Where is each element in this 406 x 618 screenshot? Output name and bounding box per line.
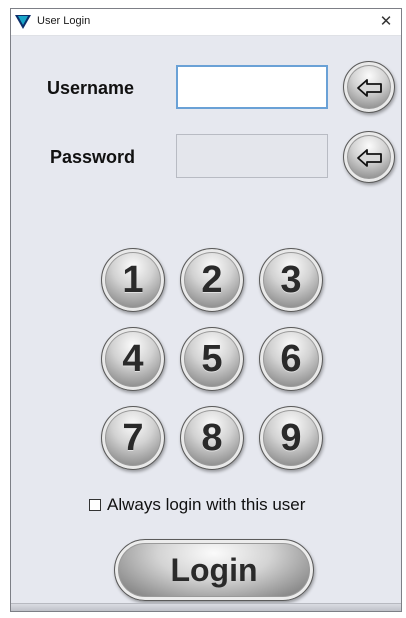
key-label: 9 (280, 416, 302, 459)
key-label: 3 (280, 258, 302, 301)
username-backspace-button[interactable] (343, 61, 395, 113)
keypad-key-3[interactable]: 3 (259, 248, 323, 312)
keypad-key-1[interactable]: 1 (101, 248, 165, 312)
key-label: 1 (122, 258, 144, 301)
username-label: Username (47, 78, 135, 98)
keypad-key-2[interactable]: 2 (180, 248, 244, 312)
key-label: 4 (122, 337, 144, 380)
key-label: 2 (201, 258, 223, 301)
always-login-label: Always login with this user (107, 495, 306, 514)
login-button-label: Login (170, 551, 258, 588)
key-label: 8 (201, 416, 223, 459)
keypad-key-9[interactable]: 9 (259, 406, 323, 470)
keypad-key-7[interactable]: 7 (101, 406, 165, 470)
arrow-left-icon (357, 149, 382, 167)
always-login-checkbox-row[interactable]: Always login with this user (89, 495, 305, 515)
app-logo-icon (15, 15, 31, 29)
key-label: 7 (122, 416, 144, 459)
close-button[interactable]: ✕ (371, 9, 401, 35)
password-label: Password (50, 147, 136, 167)
password-backspace-button[interactable] (343, 131, 395, 183)
password-input[interactable] (176, 134, 328, 178)
keypad-key-6[interactable]: 6 (259, 327, 323, 391)
key-label: 5 (201, 337, 223, 380)
arrow-left-icon (357, 79, 382, 97)
keypad-key-8[interactable]: 8 (180, 406, 244, 470)
keypad-key-5[interactable]: 5 (180, 327, 244, 391)
login-window: User Login ✕ Username Password 1 2 3 4 5… (10, 8, 402, 612)
window-title: User Login (37, 15, 91, 27)
key-label: 6 (280, 337, 302, 380)
title-bar: User Login ✕ (11, 9, 401, 36)
always-login-checkbox[interactable] (89, 499, 101, 511)
username-input[interactable] (176, 65, 328, 109)
login-button[interactable]: Login (114, 539, 314, 601)
keypad-key-4[interactable]: 4 (101, 327, 165, 391)
